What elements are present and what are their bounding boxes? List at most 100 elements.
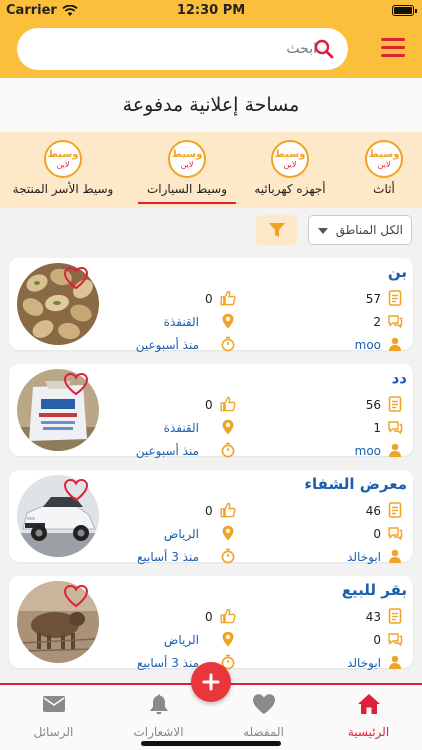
posted-time: منذ 3 أسابيع [136,550,199,564]
views-icon [388,502,402,518]
listing-title[interactable]: معرض الشفاء [304,475,407,493]
status-time: 12:30 PM [176,3,246,18]
filter-icon [268,223,285,237]
comments-icon [388,315,403,329]
status-bar: Carrier 12:30 PM [0,0,422,22]
favorite-heart-icon[interactable] [63,266,89,290]
listing-title[interactable]: بقر للبيع [342,581,407,599]
region-dropdown[interactable]: الكل المناطق [308,215,412,245]
category-productive-families[interactable]: وسيط لاين وسيط الأسر المنتجة [2,132,124,208]
stopwatch-icon [221,548,235,564]
tab-favorites[interactable]: المفضله [211,693,316,739]
listing-title[interactable]: دد [392,369,407,387]
thumbs-up-icon[interactable] [220,608,236,624]
heart-icon [252,694,275,714]
battery-icon [392,5,417,16]
views-count: 43 [365,610,381,624]
category-logo: وسيط لاين [271,140,309,178]
location-pin-icon [222,313,234,329]
category-furniture[interactable]: وسيط لاين أثاث [354,132,414,208]
user-name: moo [354,444,381,458]
favorite-heart-icon[interactable] [63,478,89,502]
user-icon [389,549,401,563]
tab-home-label: الرئيسية [347,725,390,739]
add-listing-button[interactable] [191,662,231,702]
comments-icon [388,421,403,435]
category-logo: وسيط لاين [365,140,403,178]
ad-banner-text: مساحة إعلانية مدفوعة [122,94,300,116]
views-count: 56 [365,398,381,412]
home-indicator [141,741,281,746]
location-pin-icon [222,525,234,541]
stopwatch-icon [221,336,235,352]
tab-home[interactable]: الرئيسية [316,693,421,739]
user-name: moo [354,338,381,352]
posted-time: منذ 3 أسابيع [136,656,199,670]
views-count: 57 [365,292,381,306]
comments-icon [388,527,403,541]
views-icon [388,396,402,412]
user-name: ابوخالد [347,656,381,670]
comments-count: 2 [373,315,381,329]
favorite-heart-icon[interactable] [63,584,89,608]
home-icon [357,694,380,714]
ad-banner: مساحة إعلانية مدفوعة [0,78,422,132]
search-icon[interactable] [314,39,334,59]
user-icon [389,443,401,457]
likes-count: 0 [205,504,213,518]
comments-count: 1 [373,421,381,435]
category-label: أجهزه كهربائيه [254,182,326,196]
chevron-down-icon [318,228,328,234]
category-strip: وسيط لاين أثاث وسيط لاين أجهزه كهربائيه وس… [0,132,422,208]
views-icon [388,608,402,624]
location-text: الرياض [163,633,199,647]
search-input[interactable] [37,28,317,70]
thumbs-up-icon[interactable] [220,290,236,306]
filter-button[interactable] [256,215,297,245]
category-electrical[interactable]: وسيط لاين أجهزه كهربائيه [235,132,345,208]
likes-count: 0 [205,292,213,306]
user-icon [389,337,401,351]
top-bar [0,22,422,78]
tab-notifications-label: الاشعارات [133,725,184,739]
category-selected-indicator [138,202,236,204]
category-label: وسيط الأسر المنتجة [12,182,114,196]
views-icon [388,290,402,306]
location-pin-icon [222,419,234,435]
search-bar[interactable] [17,28,348,70]
category-label: وسيط السيارات [146,182,228,196]
tab-notifications[interactable]: الاشعارات [106,693,211,739]
user-icon [389,655,401,669]
comments-icon [388,633,403,647]
user-name: ابوخالد [347,550,381,564]
likes-count: 0 [205,398,213,412]
comments-count: 0 [373,633,381,647]
tab-favorites-label: المفضله [243,725,284,739]
location-text: القنفذة [163,421,199,435]
menu-icon[interactable] [381,38,405,60]
region-dropdown-value: الكل المناطق [335,223,403,237]
bell-icon [150,694,167,715]
location-text: الرياض [163,527,199,541]
posted-time: منذ أسبوعين [135,444,199,458]
listing-card[interactable]: بقر للبيع 43 0 ابوخالد 0 الرياض منذ 3 أس… [9,576,413,670]
thumbs-up-icon[interactable] [220,396,236,412]
listing-card[interactable]: دد 56 1 moo 0 القنفذة منذ أسبوعين [9,364,413,458]
category-logo: وسيط لاين [44,140,82,178]
likes-count: 0 [205,610,213,624]
posted-time: منذ أسبوعين [135,338,199,352]
tab-messages-label: الرسائل [33,725,74,739]
listing-card[interactable]: معرض الشفاء 46 0 ابوخالد 0 الرياض منذ 3 … [9,470,413,564]
category-cars[interactable]: وسيط لاين وسيط السيارات [138,132,236,208]
comments-count: 0 [373,527,381,541]
favorite-heart-icon[interactable] [63,372,89,396]
category-label: أثاث [373,182,395,196]
tab-messages[interactable]: الرسائل [1,693,106,739]
location-pin-icon [222,631,234,647]
listing-title[interactable]: بن [388,263,407,281]
listing-card[interactable]: بن 57 2 moo 0 القنفذة منذ أسبوعين [9,258,413,352]
envelope-icon [42,696,65,712]
category-logo: وسيط لاين [168,140,206,178]
thumbs-up-icon[interactable] [220,502,236,518]
plus-icon [202,673,220,691]
